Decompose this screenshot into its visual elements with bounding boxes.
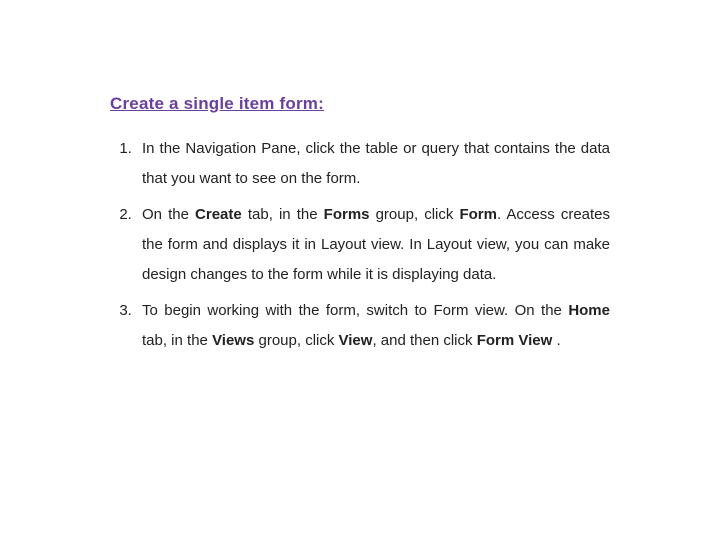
ordered-steps-list: In the Navigation Pane, click the table … [110,134,610,356]
step-3-bold-home: Home [568,302,610,319]
step-3-text-b: tab, in the [142,332,212,349]
step-3-text-a: To begin working with the form, switch t… [142,302,568,319]
step-2-text-b: tab, in the [242,206,324,223]
step-3-text-d: , and then click [372,332,476,349]
step-3-bold-formview: Form View [477,332,553,349]
step-item-1: In the Navigation Pane, click the table … [136,134,610,194]
step-3-bold-view: View [339,332,373,349]
step-2-bold-form: Form [459,206,497,223]
step-1-text: In the Navigation Pane, click the table … [142,140,610,187]
step-2-bold-forms: Forms [324,206,370,223]
step-item-2: On the Create tab, in the Forms group, c… [136,200,610,290]
step-3-text-e: . [552,332,560,349]
step-3-bold-views: Views [212,332,254,349]
step-2-bold-create: Create [195,206,242,223]
step-item-3: To begin working with the form, switch t… [136,296,610,356]
step-2-text-c: group, click [370,206,460,223]
document-page: Create a single item form: In the Naviga… [0,0,720,540]
step-3-text-c: group, click [254,332,338,349]
step-2-text-a: On the [142,206,195,223]
section-heading: Create a single item form: [110,94,610,114]
